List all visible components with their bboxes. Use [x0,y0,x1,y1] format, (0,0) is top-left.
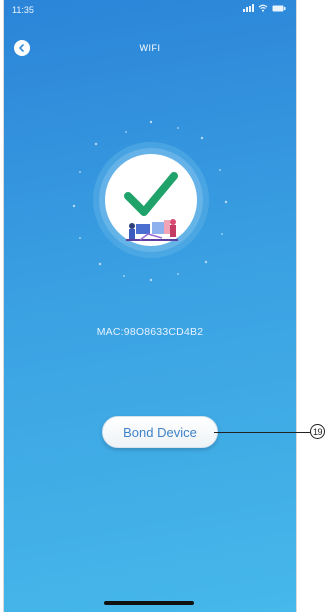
wifi-icon [258,4,268,12]
phone-screen: 11:35 WIFI MAC:98O8633CD4B2 Bond Device [3,0,297,612]
success-illustration [66,114,236,284]
mac-address: MAC:98O8633CD4B2 [96,326,204,338]
signal-icon [243,4,254,12]
status-time: 11:35 [12,5,34,15]
bond-device-button[interactable]: Bond Device [102,416,218,448]
status-icons [243,4,286,12]
callout-line [214,432,312,433]
battery-icon [272,5,286,12]
nav-bar: WIFI [4,38,296,62]
page-title: WIFI [139,43,161,53]
home-indicator [104,601,194,605]
status-bar: 11:35 [4,0,296,20]
callout-number-badge: 19 [310,424,325,439]
page: 11:35 WIFI MAC:98O8633CD4B2 Bond Device … [0,0,327,612]
